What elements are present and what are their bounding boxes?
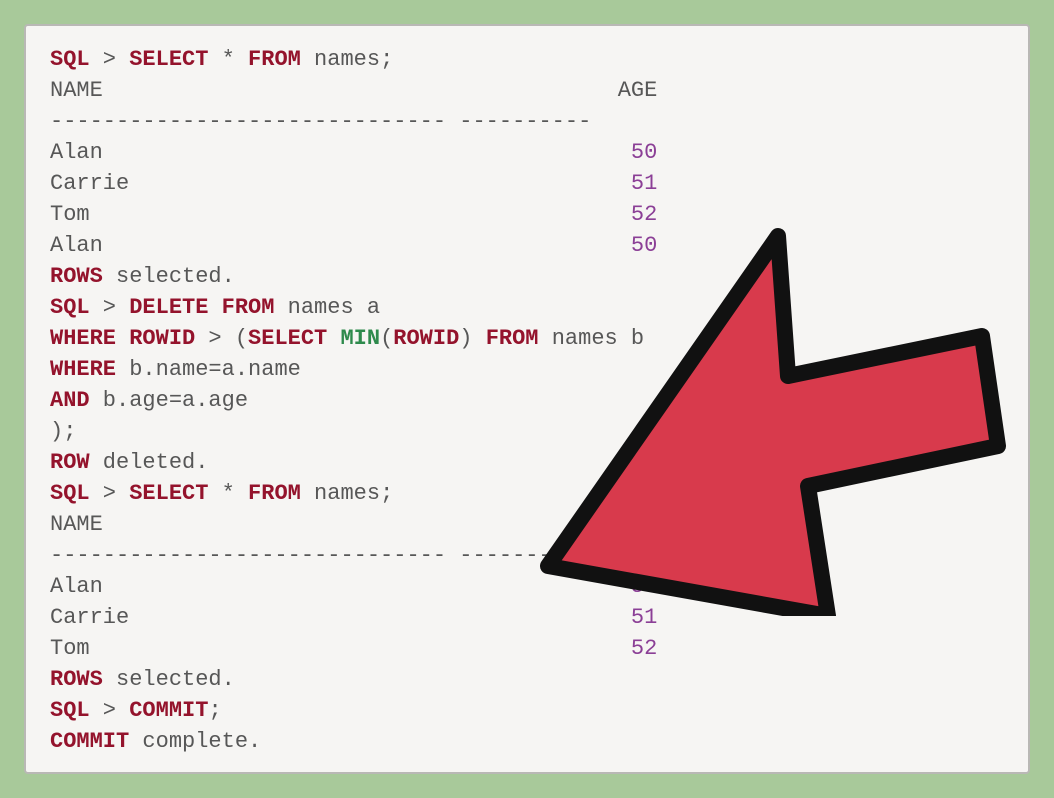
code-token: MIN bbox=[340, 326, 380, 351]
code-line: NAME AGE bbox=[50, 512, 657, 537]
code-line: SQL > COMMIT; bbox=[50, 698, 222, 723]
code-line: ------------------------------ ---------… bbox=[50, 543, 591, 568]
code-line: COMMIT complete. bbox=[50, 729, 261, 754]
code-token: * bbox=[208, 47, 248, 72]
code-token: 52 bbox=[631, 636, 657, 661]
code-token: 50 bbox=[631, 140, 657, 165]
code-line: WHERE b.name=a.name bbox=[50, 357, 301, 382]
code-token: AND bbox=[50, 388, 90, 413]
code-token: Alan bbox=[50, 233, 631, 258]
code-line: Tom 52 bbox=[50, 202, 657, 227]
code-token: ROWS bbox=[50, 667, 103, 692]
code-token: b.age=a.age bbox=[90, 388, 248, 413]
code-line: ROWS selected. bbox=[50, 667, 235, 692]
code-line: SQL > DELETE FROM names a bbox=[50, 295, 380, 320]
code-line: Tom 52 bbox=[50, 636, 657, 661]
code-token: > bbox=[90, 481, 130, 506]
code-token: SQL bbox=[50, 295, 90, 320]
code-token: ) bbox=[459, 326, 485, 351]
code-token: SELECT bbox=[129, 481, 208, 506]
code-token: Tom bbox=[50, 636, 631, 661]
code-token: ------------------------------ ---------… bbox=[50, 109, 591, 134]
code-token: Tom bbox=[50, 202, 631, 227]
code-token: FROM bbox=[248, 481, 301, 506]
code-panel: SQL > SELECT * FROM names; NAME AGE ----… bbox=[24, 24, 1030, 774]
code-token: > bbox=[90, 47, 130, 72]
code-token: WHERE ROWID bbox=[50, 326, 195, 351]
code-token: ( bbox=[380, 326, 393, 351]
code-token: Carrie bbox=[50, 171, 631, 196]
code-line: Alan 50 bbox=[50, 140, 657, 165]
code-token: SELECT bbox=[248, 326, 340, 351]
code-line: NAME AGE bbox=[50, 78, 657, 103]
code-token: deleted. bbox=[90, 450, 209, 475]
code-line: SQL > SELECT * FROM names; bbox=[50, 47, 393, 72]
code-token: SELECT bbox=[129, 47, 208, 72]
code-token: > ( bbox=[195, 326, 248, 351]
code-line: ------------------------------ ---------… bbox=[50, 109, 591, 134]
code-token: 52 bbox=[631, 202, 657, 227]
code-token: Carrie bbox=[50, 605, 631, 630]
code-token: FROM bbox=[486, 326, 539, 351]
code-token: COMMIT bbox=[50, 729, 129, 754]
code-line: Carrie 51 bbox=[50, 171, 657, 196]
code-token: NAME AGE bbox=[50, 512, 657, 537]
code-token: ROWID bbox=[393, 326, 459, 351]
code-token: > bbox=[90, 295, 130, 320]
code-line: ROW deleted. bbox=[50, 450, 208, 475]
code-line: ); bbox=[50, 419, 76, 444]
code-token: names b bbox=[539, 326, 645, 351]
code-token: selected. bbox=[103, 264, 235, 289]
code-token: NAME AGE bbox=[50, 78, 657, 103]
code-token: > bbox=[90, 698, 130, 723]
code-token: complete. bbox=[129, 729, 261, 754]
code-token: names; bbox=[301, 481, 393, 506]
code-line: Carrie 51 bbox=[50, 605, 657, 630]
code-token: COMMIT bbox=[129, 698, 208, 723]
code-token: SQL bbox=[50, 47, 90, 72]
code-token: ROWS bbox=[50, 264, 103, 289]
code-token: ; bbox=[208, 698, 221, 723]
code-line: SQL > SELECT * FROM names; bbox=[50, 481, 393, 506]
code-token: ROW bbox=[50, 450, 90, 475]
code-token: DELETE FROM bbox=[129, 295, 274, 320]
code-line: Alan 50 bbox=[50, 574, 657, 599]
code-token: b.name=a.name bbox=[116, 357, 301, 382]
code-line: WHERE ROWID > (SELECT MIN(ROWID) FROM na… bbox=[50, 326, 644, 351]
code-line: AND b.age=a.age bbox=[50, 388, 248, 413]
code-token: names; bbox=[301, 47, 393, 72]
code-token: names a bbox=[274, 295, 380, 320]
code-token: 51 bbox=[631, 171, 657, 196]
code-token: SQL bbox=[50, 698, 90, 723]
code-token: FROM bbox=[248, 47, 301, 72]
code-token: SQL bbox=[50, 481, 90, 506]
code-token: 51 bbox=[631, 605, 657, 630]
code-token: selected. bbox=[103, 667, 235, 692]
code-line: ROWS selected. bbox=[50, 264, 235, 289]
code-token: 50 bbox=[631, 574, 657, 599]
sql-terminal-output: SQL > SELECT * FROM names; NAME AGE ----… bbox=[50, 44, 1004, 757]
code-token: WHERE bbox=[50, 357, 116, 382]
code-token: ------------------------------ ---------… bbox=[50, 543, 591, 568]
code-token: * bbox=[208, 481, 248, 506]
code-token: Alan bbox=[50, 140, 631, 165]
code-line: Alan 50 bbox=[50, 233, 657, 258]
code-token: ); bbox=[50, 419, 76, 444]
code-token: Alan bbox=[50, 574, 631, 599]
code-token: 50 bbox=[631, 233, 657, 258]
